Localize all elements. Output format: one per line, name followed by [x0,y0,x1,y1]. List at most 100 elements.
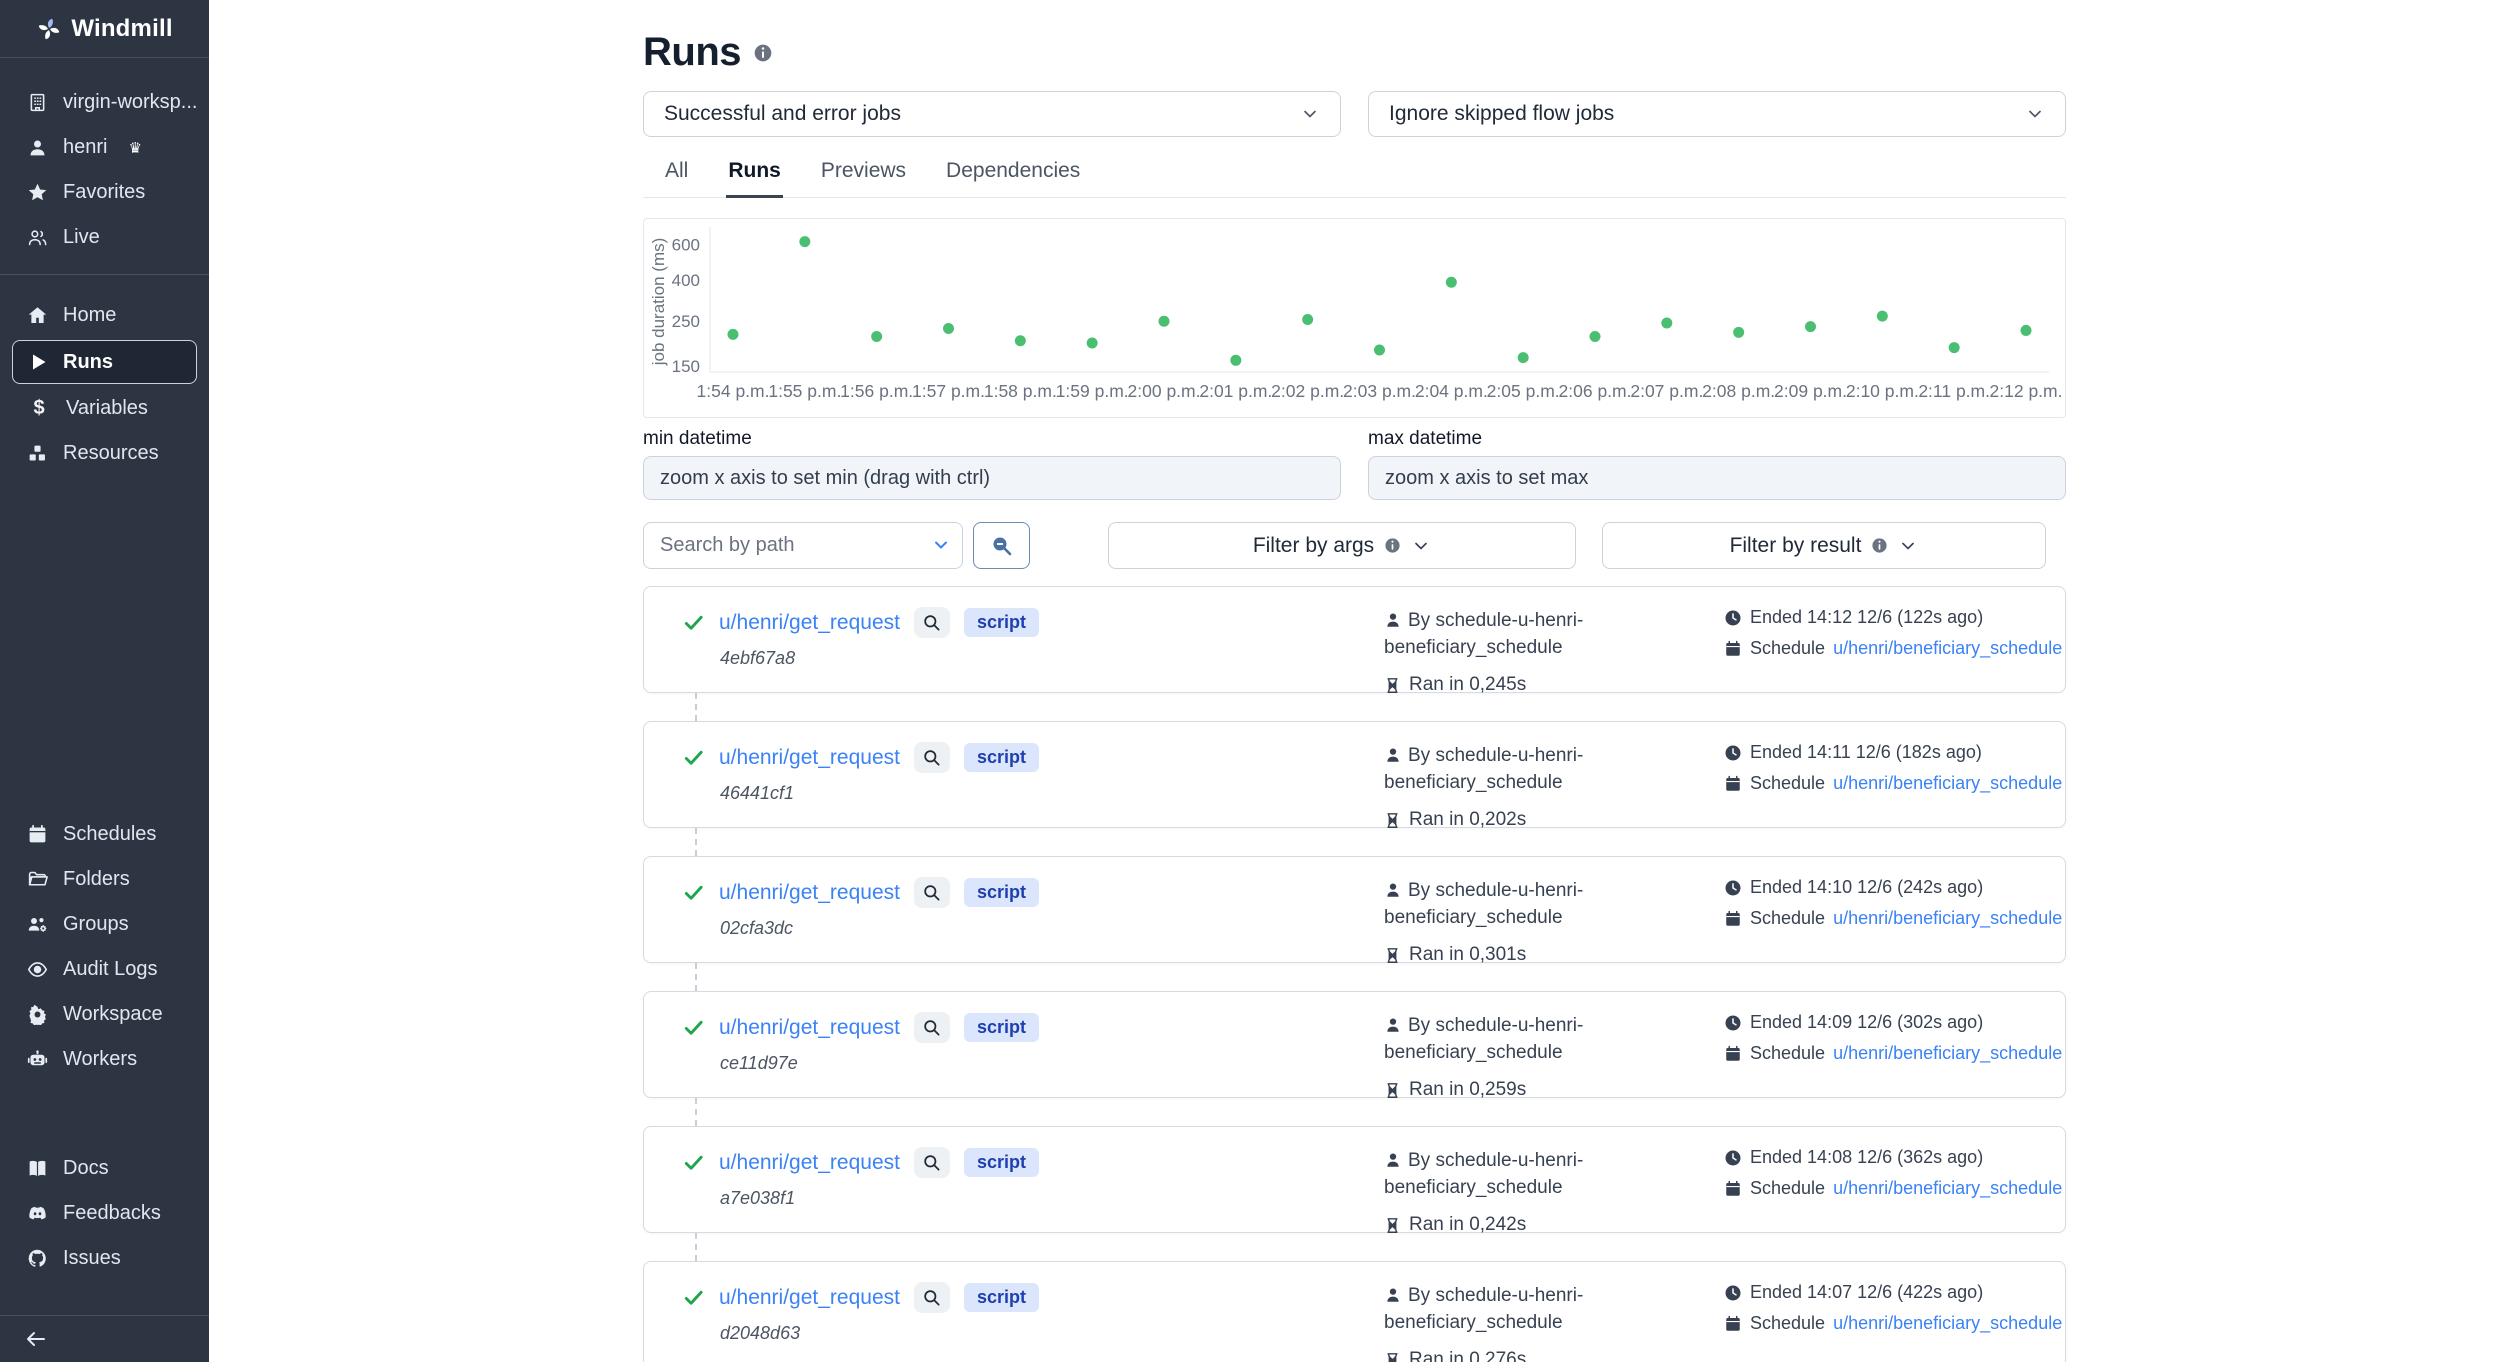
clock-icon [1724,744,1742,762]
run-row[interactable]: u/henri/get_request script 02cfa3dc By s… [643,856,2066,963]
groups-label: Groups [63,913,129,936]
docs-label: Docs [63,1157,109,1180]
person-icon [1384,1286,1402,1304]
run-path-link[interactable]: u/henri/get_request [719,746,900,770]
hourglass-icon [1384,1352,1401,1362]
run-id: ce11d97e [720,1053,1384,1074]
sidebar-item-folders[interactable]: Folders [0,857,209,902]
calendar-icon [1724,640,1742,658]
schedule-link[interactable]: u/henri/beneficiary_schedule [1833,638,2062,659]
workers-label: Workers [63,1048,137,1071]
github-icon [27,1248,48,1269]
hourglass-icon [1384,1082,1401,1099]
info-icon[interactable] [753,43,773,63]
inspect-run-button[interactable] [914,877,950,908]
search-button[interactable] [973,522,1030,569]
job-status-filter-value: Successful and error jobs [664,102,901,126]
chevron-down-icon[interactable] [931,535,951,555]
run-path-link[interactable]: u/henri/get_request [719,1286,900,1310]
filter-result-label: Filter by result [1730,534,1862,558]
robot-icon [27,1049,48,1070]
collapse-sidebar-button[interactable] [0,1316,209,1362]
svg-text:2:04 p.m.: 2:04 p.m. [1415,381,1488,401]
sidebar-item-workers[interactable]: Workers [0,1037,209,1082]
tab-dependencies[interactable]: Dependencies [944,159,1082,197]
schedule-link[interactable]: u/henri/beneficiary_schedule [1833,908,2062,929]
live-label: Live [63,226,100,249]
run-duration: Ran in 0,276s [1384,1349,1724,1362]
inspect-run-button[interactable] [914,1282,950,1313]
run-schedule: Schedule u/henri/beneficiary_schedule [1724,908,2065,929]
inspect-run-button[interactable] [914,607,950,638]
run-row[interactable]: u/henri/get_request script d2048d63 By s… [643,1261,2066,1362]
run-triggered-by: By schedule-u-henri-beneficiary_schedule [1384,1147,1684,1201]
sidebar-item-live[interactable]: Live [0,215,209,260]
inspect-run-button[interactable] [914,1147,950,1178]
job-kind-badge: script [964,1013,1039,1042]
inspect-run-button[interactable] [914,742,950,773]
run-path-link[interactable]: u/henri/get_request [719,1151,900,1175]
sidebar-item-home[interactable]: Home [0,293,209,338]
schedule-link[interactable]: u/henri/beneficiary_schedule [1833,1043,2062,1064]
max-datetime-input[interactable] [1368,456,2066,500]
skipped-flow-filter-value: Ignore skipped flow jobs [1389,102,1614,126]
run-row[interactable]: u/henri/get_request script ce11d97e By s… [643,991,2066,1098]
sidebar-item-resources[interactable]: Resources [0,431,209,476]
run-id: a7e038f1 [720,1188,1384,1209]
schedule-link[interactable]: u/henri/beneficiary_schedule [1833,1313,2062,1334]
sidebar-item-favorites[interactable]: Favorites [0,170,209,215]
run-ended: Ended 14:07 12/6 (422s ago) [1724,1282,2065,1303]
run-connector [695,963,2066,991]
sidebar-item-workspace-settings[interactable]: Workspace [0,992,209,1037]
sidebar-item-feedbacks[interactable]: Feedbacks [0,1191,209,1236]
svg-text:150: 150 [672,357,700,376]
magnifier-icon [922,1288,941,1307]
run-path-link[interactable]: u/henri/get_request [719,611,900,635]
inspect-run-button[interactable] [914,1012,950,1043]
filter-by-args-button[interactable]: Filter by args [1108,522,1576,569]
run-row-right: Ended 14:07 12/6 (422s ago) Schedule u/h… [1724,1282,2065,1362]
sidebar-item-runs[interactable]: Runs [12,340,197,384]
job-status-filter-select[interactable]: Successful and error jobs [643,91,1341,137]
sidebar-item-user[interactable]: henri ♛ [0,125,209,170]
person-icon [1384,1016,1402,1034]
chevron-down-icon [1300,104,1320,124]
search-by-path-input[interactable] [643,522,963,569]
run-path-link[interactable]: u/henri/get_request [719,1016,900,1040]
svg-text:2:01 p.m.: 2:01 p.m. [1199,381,1272,401]
calendar-icon [1724,1045,1742,1063]
run-triggered-by: By schedule-u-henri-beneficiary_schedule [1384,877,1684,931]
run-row[interactable]: u/henri/get_request script 46441cf1 By s… [643,721,2066,828]
svg-text:2:09 p.m.: 2:09 p.m. [1774,381,1847,401]
min-datetime-input[interactable] [643,456,1341,500]
sidebar-item-audit-logs[interactable]: Audit Logs [0,947,209,992]
clock-icon [1724,879,1742,897]
audit-logs-label: Audit Logs [63,958,158,981]
run-row[interactable]: u/henri/get_request script 4ebf67a8 By s… [643,586,2066,693]
sidebar-item-workspace-switcher[interactable]: virgin-worksp... [0,80,209,125]
skipped-flow-filter-select[interactable]: Ignore skipped flow jobs [1368,91,2066,137]
info-icon [1871,537,1888,554]
success-check-icon [682,746,705,769]
run-path-link[interactable]: u/henri/get_request [719,881,900,905]
sidebar-footer [0,1305,209,1362]
run-row-right: Ended 14:11 12/6 (182s ago) Schedule u/h… [1724,742,2065,827]
schedule-link[interactable]: u/henri/beneficiary_schedule [1833,1178,2062,1199]
sidebar-item-groups[interactable]: Groups [0,902,209,947]
chevron-down-icon [1411,536,1431,556]
duration-scatter-chart[interactable]: 150250400600job duration (ms)1:54 p.m.1:… [644,219,2065,417]
tab-previews[interactable]: Previews [819,159,908,197]
run-row[interactable]: u/henri/get_request script a7e038f1 By s… [643,1126,2066,1233]
tab-runs[interactable]: Runs [726,159,783,198]
sidebar-item-schedules[interactable]: Schedules [0,812,209,857]
app-logo[interactable]: Windmill [0,0,209,58]
sidebar-item-docs[interactable]: Docs [0,1146,209,1191]
run-row-left: u/henri/get_request script 4ebf67a8 [644,607,1384,692]
filter-by-result-button[interactable]: Filter by result [1602,522,2046,569]
tab-all[interactable]: All [663,159,690,197]
schedule-link[interactable]: u/henri/beneficiary_schedule [1833,773,2062,794]
sidebar-item-issues[interactable]: Issues [0,1236,209,1281]
run-id: 02cfa3dc [720,918,1384,939]
sidebar-item-variables[interactable]: $ Variables [0,386,209,431]
svg-text:2:11 p.m.: 2:11 p.m. [1918,381,1990,401]
